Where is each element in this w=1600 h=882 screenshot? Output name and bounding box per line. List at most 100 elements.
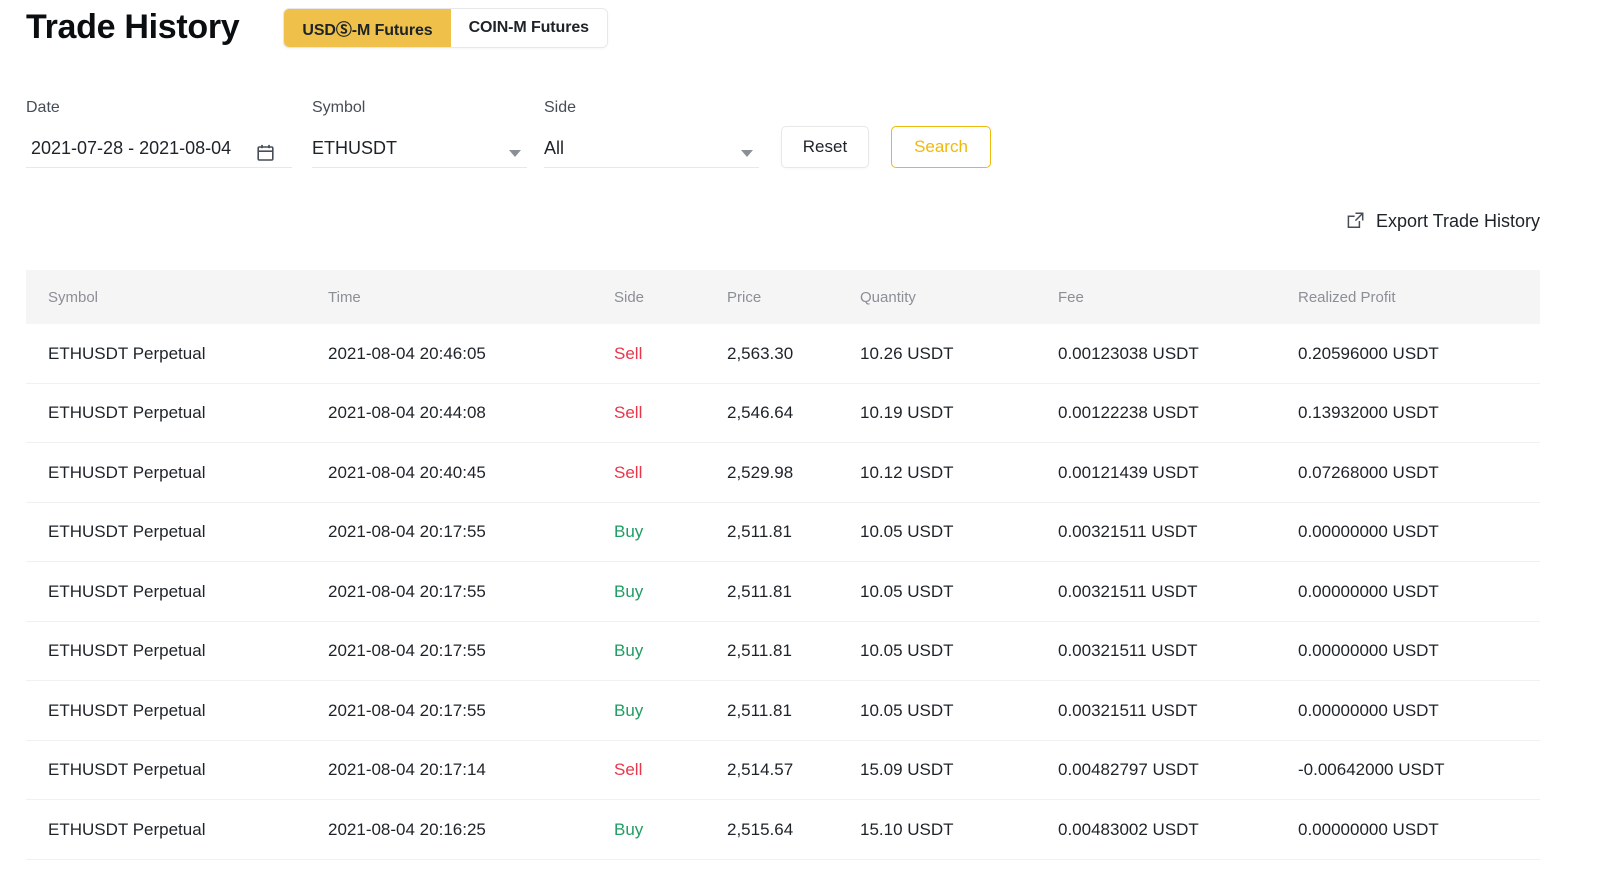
cell-realized-profit: 0.07268000 USDT xyxy=(1298,462,1439,482)
cell-quantity: 10.12 USDT xyxy=(860,462,954,482)
table-body: ETHUSDT Perpetual 2021-08-04 20:46:05 Sell… xyxy=(26,324,1540,860)
chevron-down-icon[interactable] xyxy=(509,150,521,157)
cell-symbol: ETHUSDT Perpetual xyxy=(48,581,206,601)
cell-realized-profit: 0.00000000 USDT xyxy=(1298,522,1439,542)
side-filter-label: Side xyxy=(544,99,577,116)
side-filter: Side All xyxy=(544,100,759,168)
table-row: ETHUSDT Perpetual 2021-08-04 20:46:05 Sell… xyxy=(26,324,1540,384)
date-range-value: 2021-07-28 - 2021-08-04 xyxy=(31,137,232,158)
cell-side: Buy xyxy=(614,641,644,661)
table-row: ETHUSDT Perpetual 2021-08-04 20:17:55 Buy 2… xyxy=(26,622,1540,681)
cell-quantity: 15.09 USDT xyxy=(860,760,954,780)
cell-symbol: ETHUSDT Perpetual xyxy=(48,641,206,661)
cell-price: 2,511.81 xyxy=(727,641,792,661)
cell-time: 2021-08-04 20:40:45 xyxy=(328,462,486,482)
cell-fee: 0.00321511 USDT xyxy=(1058,641,1198,661)
date-range-input[interactable]: 2021-07-28 - 2021-08-04 xyxy=(26,132,292,168)
table-row: ETHUSDT Perpetual 2021-08-04 20:17:14 Sell… xyxy=(26,741,1540,800)
tab-coin-m-futures[interactable]: COIN-M Futures xyxy=(450,9,607,47)
table-header-row: Symbol Time Side Price Quantity Fee Real… xyxy=(26,270,1540,324)
cell-symbol: ETHUSDT Perpetual xyxy=(48,403,206,423)
cell-realized-profit: -0.00642000 USDT xyxy=(1298,760,1445,780)
cell-time: 2021-08-04 20:17:55 xyxy=(328,522,486,542)
symbol-select[interactable]: ETHUSDT xyxy=(312,132,527,168)
symbol-select-value: ETHUSDT xyxy=(312,137,397,158)
cell-fee: 0.00321511 USDT xyxy=(1058,581,1198,601)
cell-side: Buy xyxy=(614,819,644,839)
cell-time: 2021-08-04 20:46:05 xyxy=(328,343,486,363)
table-row: ETHUSDT Perpetual 2021-08-04 20:16:25 Buy 2… xyxy=(26,800,1540,860)
cell-time: 2021-08-04 20:16:25 xyxy=(328,819,486,839)
filter-bar: Date 2021-07-28 - 2021-08-04 Symbol ETHU… xyxy=(26,100,991,168)
trade-history-table: Symbol Time Side Price Quantity Fee Real… xyxy=(26,270,1540,860)
column-header-time: Time xyxy=(328,288,361,306)
column-header-price: Price xyxy=(727,288,762,306)
search-button[interactable]: Search xyxy=(891,126,991,168)
cell-quantity: 10.05 USDT xyxy=(860,522,954,542)
cell-symbol: ETHUSDT Perpetual xyxy=(48,462,206,482)
tab-usds-m-futures[interactable]: USDⓈ-M Futures xyxy=(284,9,451,47)
cell-price: 2,529.98 xyxy=(727,462,794,482)
cell-price: 2,511.81 xyxy=(727,522,792,542)
cell-fee: 0.00321511 USDT xyxy=(1058,700,1198,720)
date-filter-label: Date xyxy=(26,99,60,116)
reset-button[interactable]: Reset xyxy=(781,126,869,168)
side-select-value: All xyxy=(544,137,565,158)
export-trade-history-label: Export Trade History xyxy=(1375,210,1540,231)
cell-fee: 0.00121439 USDT xyxy=(1058,462,1199,482)
page-title: Trade History xyxy=(26,8,240,47)
cell-side: Buy xyxy=(614,581,644,601)
symbol-filter-label: Symbol xyxy=(312,99,366,116)
cell-price: 2,563.30 xyxy=(727,343,794,363)
cell-symbol: ETHUSDT Perpetual xyxy=(48,343,206,363)
cell-fee: 0.00122238 USDT xyxy=(1058,403,1199,423)
side-select[interactable]: All xyxy=(544,132,759,168)
column-header-quantity: Quantity xyxy=(860,288,916,306)
column-header-symbol: Symbol xyxy=(48,288,99,306)
column-header-fee: Fee xyxy=(1058,288,1084,306)
column-header-side: Side xyxy=(614,288,645,306)
cell-realized-profit: 0.00000000 USDT xyxy=(1298,581,1439,601)
table-row: ETHUSDT Perpetual 2021-08-04 20:17:55 Buy 2… xyxy=(26,562,1540,622)
cell-side: Sell xyxy=(614,343,643,363)
table-row: ETHUSDT Perpetual 2021-08-04 20:17:55 Buy 2… xyxy=(26,681,1540,741)
cell-price: 2,546.64 xyxy=(727,403,794,423)
export-trade-history-link[interactable]: Export Trade History xyxy=(1346,211,1540,230)
cell-quantity: 10.05 USDT xyxy=(860,700,954,720)
cell-side: Sell xyxy=(614,760,643,780)
cell-side: Buy xyxy=(614,522,644,542)
chevron-down-icon[interactable] xyxy=(741,150,753,157)
cell-quantity: 10.26 USDT xyxy=(860,343,954,363)
cell-realized-profit: 0.13932000 USDT xyxy=(1298,403,1439,423)
cell-price: 2,515.64 xyxy=(727,819,794,839)
table-row: ETHUSDT Perpetual 2021-08-04 20:17:55 Buy 2… xyxy=(26,503,1540,562)
cell-price: 2,514.57 xyxy=(727,760,794,780)
cell-quantity: 15.10 USDT xyxy=(860,819,954,839)
table-row: ETHUSDT Perpetual 2021-08-04 20:40:45 Sell… xyxy=(26,443,1540,503)
external-link-icon xyxy=(1347,212,1364,228)
cell-realized-profit: 0.00000000 USDT xyxy=(1298,819,1439,839)
cell-price: 2,511.81 xyxy=(727,700,792,720)
cell-fee: 0.00483002 USDT xyxy=(1058,819,1199,839)
cell-fee: 0.00482797 USDT xyxy=(1058,760,1199,780)
cell-time: 2021-08-04 20:17:55 xyxy=(328,641,486,661)
cell-time: 2021-08-04 20:17:55 xyxy=(328,700,486,720)
cell-quantity: 10.05 USDT xyxy=(860,581,954,601)
cell-side: Sell xyxy=(614,403,643,423)
cell-symbol: ETHUSDT Perpetual xyxy=(48,760,206,780)
cell-symbol: ETHUSDT Perpetual xyxy=(48,700,206,720)
cell-realized-profit: 0.00000000 USDT xyxy=(1298,641,1439,661)
cell-side: Buy xyxy=(614,700,644,720)
symbol-filter: Symbol ETHUSDT xyxy=(312,100,527,168)
cell-quantity: 10.05 USDT xyxy=(860,641,954,661)
cell-realized-profit: 0.20596000 USDT xyxy=(1298,343,1439,363)
column-header-realized-profit: Realized Profit xyxy=(1298,288,1396,306)
cell-time: 2021-08-04 20:17:14 xyxy=(328,760,486,780)
trade-history-page: Trade History USDⓈ-M Futures COIN-M Futu… xyxy=(0,0,1600,882)
calendar-icon[interactable] xyxy=(257,144,274,161)
cell-symbol: ETHUSDT Perpetual xyxy=(48,819,206,839)
table-row: ETHUSDT Perpetual 2021-08-04 20:44:08 Sell… xyxy=(26,384,1540,443)
cell-price: 2,511.81 xyxy=(727,581,792,601)
cell-symbol: ETHUSDT Perpetual xyxy=(48,522,206,542)
cell-time: 2021-08-04 20:17:55 xyxy=(328,581,486,601)
